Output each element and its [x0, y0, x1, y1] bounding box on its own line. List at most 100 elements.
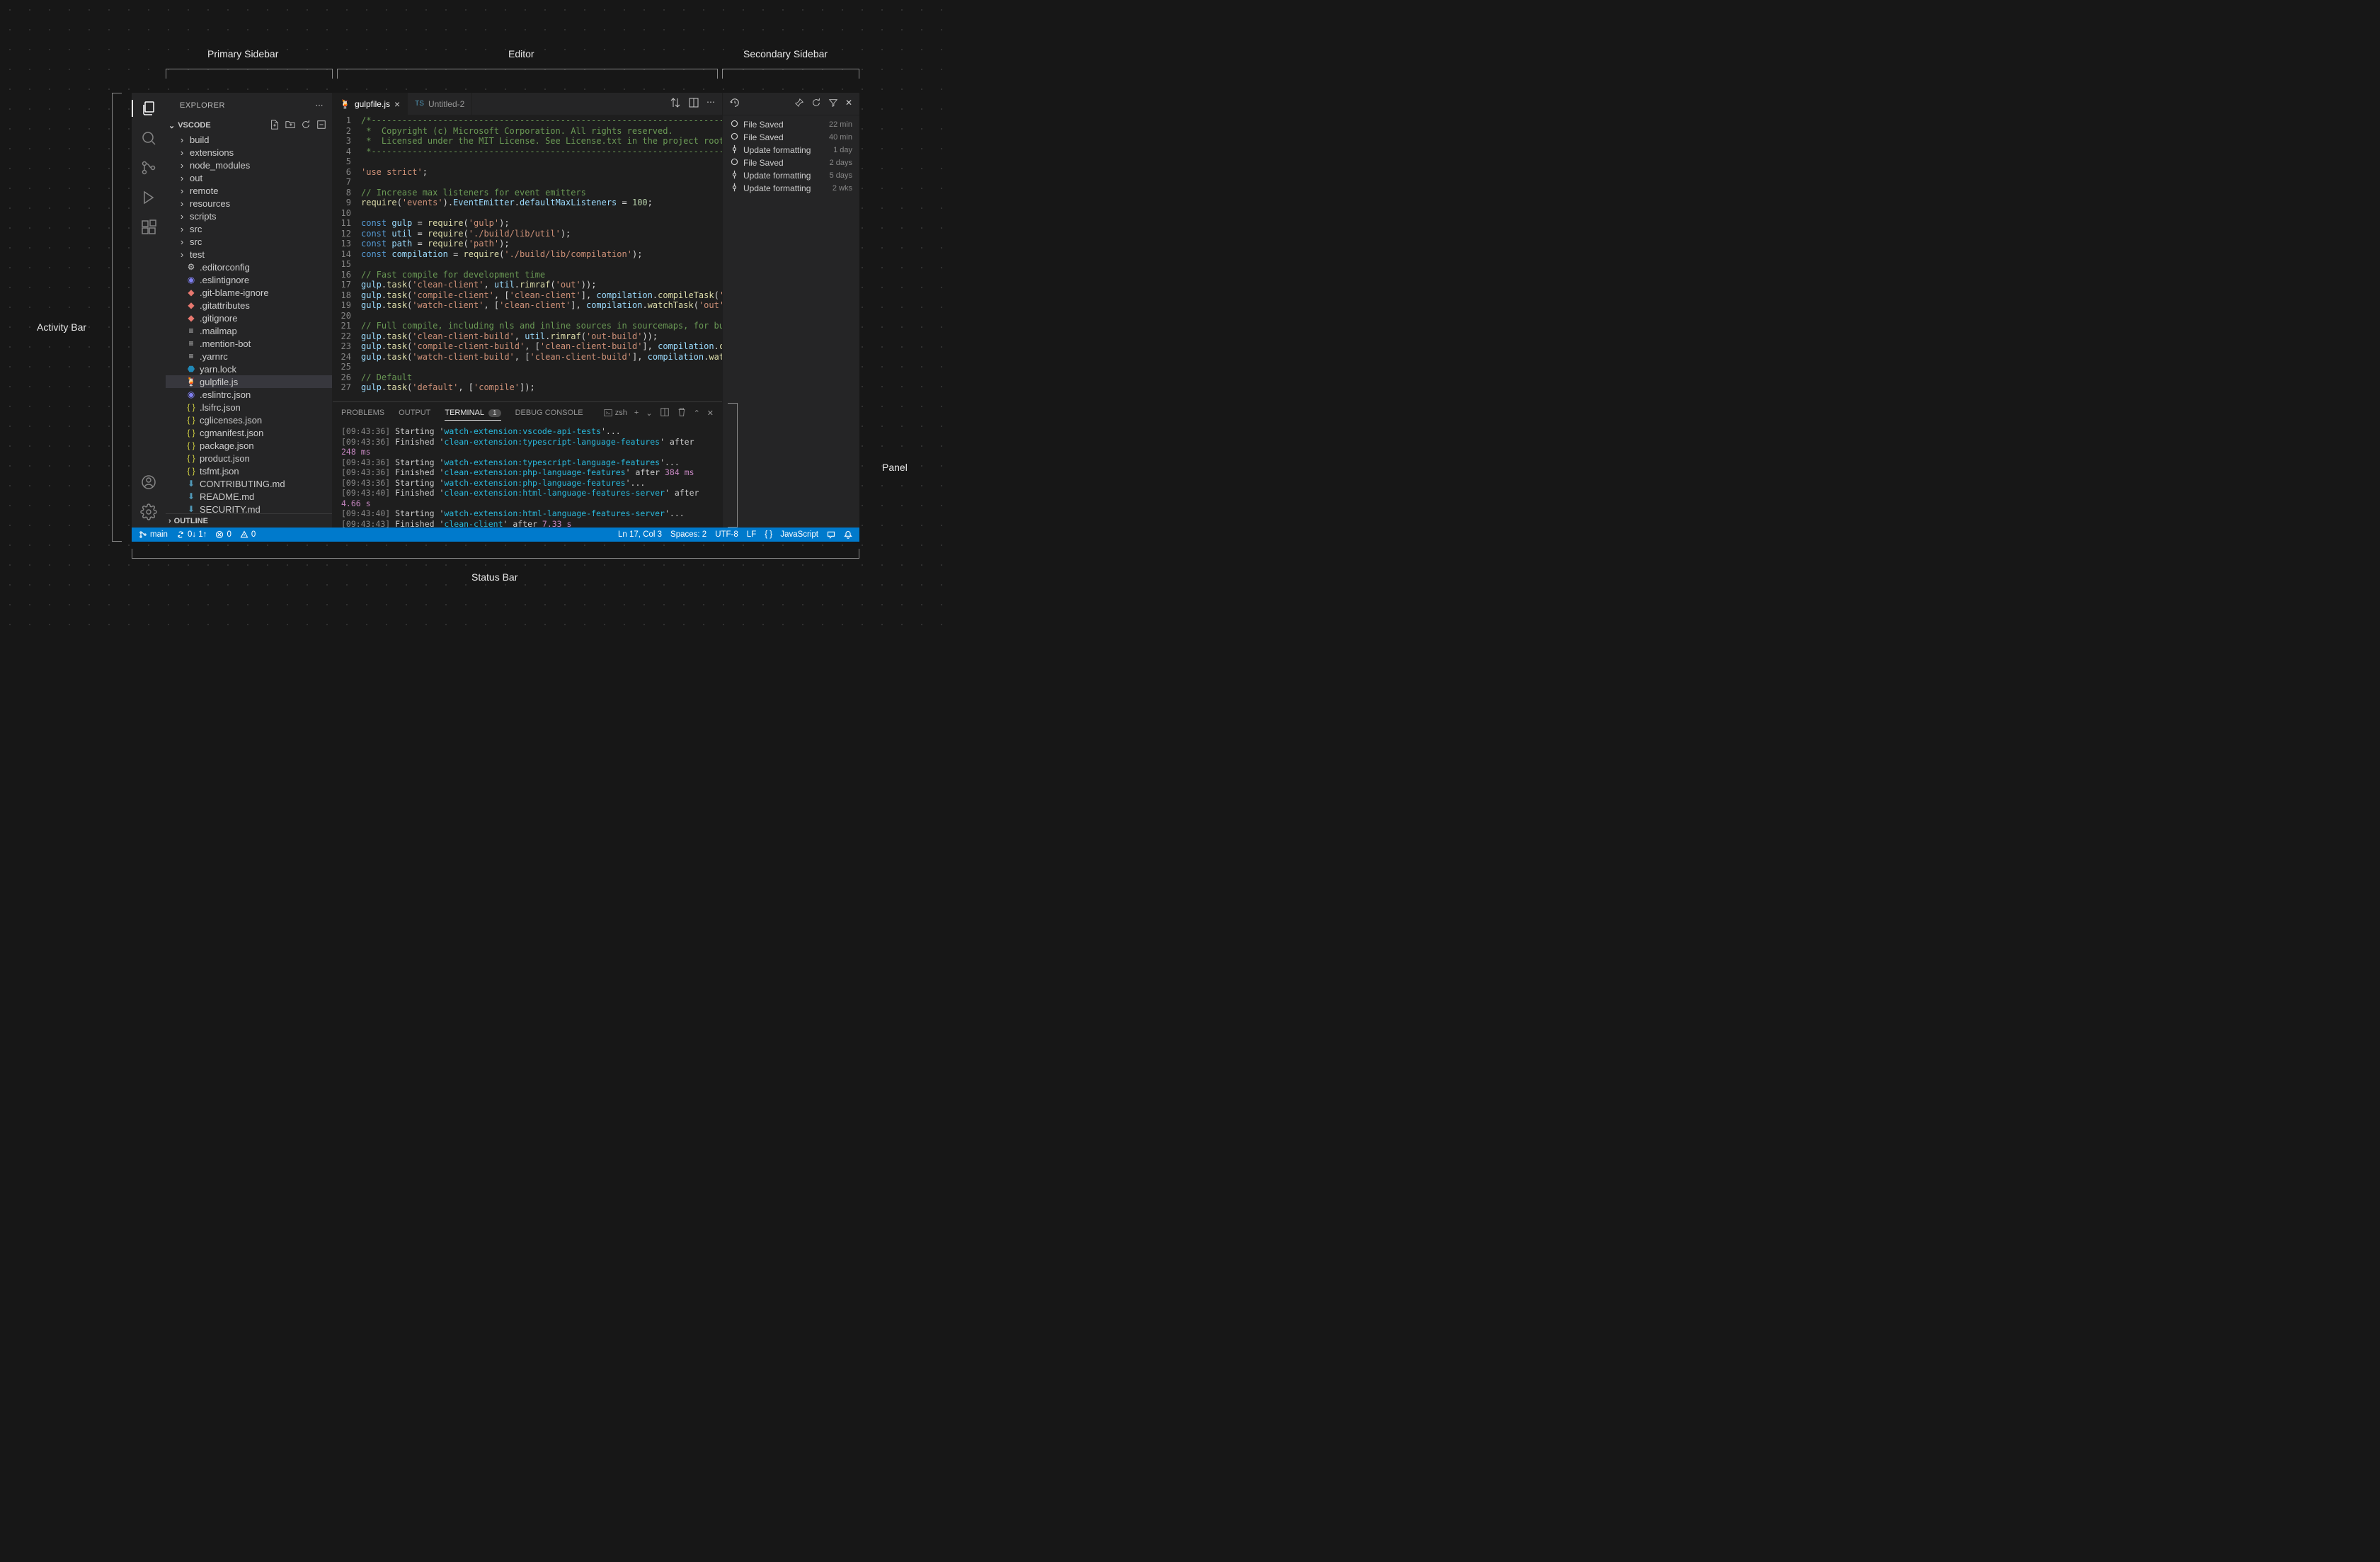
- editor-tab[interactable]: 🍹gulpfile.js×: [333, 93, 408, 115]
- split-editor-icon[interactable]: [688, 97, 699, 110]
- outline-label: OUTLINE: [174, 517, 208, 525]
- file-item[interactable]: ≡.yarnrc: [166, 350, 332, 363]
- gulp-icon: 🍹: [185, 376, 197, 387]
- status-spaces[interactable]: Spaces: 2: [670, 530, 706, 539]
- folder-item[interactable]: ›node_modules: [166, 159, 332, 171]
- timeline-item[interactable]: File Saved22 min: [723, 118, 859, 131]
- folder-item[interactable]: ›scripts: [166, 210, 332, 222]
- source-control-icon[interactable]: [140, 159, 157, 176]
- file-item[interactable]: ⬇SECURITY.md: [166, 503, 332, 513]
- file-item[interactable]: ⬣yarn.lock: [166, 363, 332, 375]
- status-errors[interactable]: 0: [215, 530, 231, 539]
- git-icon: ◆: [185, 312, 197, 324]
- compare-changes-icon[interactable]: [670, 97, 681, 110]
- notifications-icon[interactable]: [844, 530, 852, 539]
- run-debug-icon[interactable]: [140, 189, 157, 206]
- terminal-shell[interactable]: zsh: [604, 409, 627, 417]
- file-item[interactable]: { }product.json: [166, 452, 332, 464]
- timeline-item[interactable]: Update formatting5 days: [723, 169, 859, 182]
- panel-tab[interactable]: DEBUG CONSOLE: [515, 409, 583, 417]
- file-icon: ≡: [185, 325, 197, 336]
- file-item[interactable]: ◉.eslintrc.json: [166, 388, 332, 401]
- status-cursor[interactable]: Ln 17, Col 3: [618, 530, 662, 539]
- close-panel-icon[interactable]: ✕: [707, 409, 714, 418]
- terminal-output[interactable]: [09:43:36] Starting 'watch-extension:vsc…: [333, 423, 722, 528]
- terminal-dropdown-icon[interactable]: ⌄: [646, 409, 652, 418]
- chevron-down-icon: ⌄: [168, 121, 175, 130]
- folder-item[interactable]: ›remote: [166, 184, 332, 197]
- panel-tab[interactable]: TERMINAL 1: [445, 409, 500, 421]
- folder-item[interactable]: ›test: [166, 248, 332, 261]
- file-item[interactable]: ≡.mailmap: [166, 324, 332, 337]
- search-icon[interactable]: [140, 130, 157, 147]
- file-item[interactable]: 🍹gulpfile.js: [166, 375, 332, 388]
- file-item[interactable]: ≡.mention-bot: [166, 337, 332, 350]
- file-item[interactable]: ⬇CONTRIBUTING.md: [166, 477, 332, 490]
- feedback-icon[interactable]: [827, 530, 835, 539]
- annotation-editor: Editor: [508, 48, 534, 59]
- status-eol[interactable]: LF: [747, 530, 756, 539]
- outline-section[interactable]: › OUTLINE: [166, 513, 332, 528]
- file-item[interactable]: { }tsfmt.json: [166, 464, 332, 477]
- file-item[interactable]: { }.lsifrc.json: [166, 401, 332, 414]
- file-item[interactable]: ◆.gitattributes: [166, 299, 332, 312]
- file-item[interactable]: ◉.eslintignore: [166, 273, 332, 286]
- folder-item[interactable]: ›out: [166, 171, 332, 184]
- status-branch[interactable]: main: [139, 530, 168, 539]
- timeline-item[interactable]: File Saved40 min: [723, 131, 859, 144]
- editor-tab[interactable]: TSUntitled-2: [408, 93, 472, 115]
- file-item[interactable]: ⚙.editorconfig: [166, 261, 332, 273]
- eslint-icon: ◉: [185, 274, 197, 285]
- file-item[interactable]: { }package.json: [166, 439, 332, 452]
- filter-icon[interactable]: [828, 98, 838, 110]
- status-sync[interactable]: 0↓ 1↑: [176, 530, 207, 539]
- sidebar-more-icon[interactable]: ⋯: [316, 101, 324, 110]
- project-header[interactable]: ⌄ VSCODE: [166, 118, 332, 133]
- split-terminal-icon[interactable]: [660, 407, 670, 419]
- history-icon[interactable]: [730, 98, 740, 110]
- panel-tab[interactable]: PROBLEMS: [341, 409, 384, 417]
- file-item[interactable]: ⬇README.md: [166, 490, 332, 503]
- status-encoding[interactable]: UTF-8: [715, 530, 738, 539]
- accounts-icon[interactable]: [140, 474, 157, 491]
- folder-item[interactable]: ›src: [166, 235, 332, 248]
- chevron-right-icon: ›: [177, 135, 187, 145]
- more-actions-icon[interactable]: ⋯: [706, 97, 715, 110]
- folder-item[interactable]: ›build: [166, 133, 332, 146]
- panel-tab[interactable]: OUTPUT: [399, 409, 430, 417]
- new-file-icon[interactable]: [270, 120, 280, 132]
- markdown-icon: ⬇: [185, 503, 197, 513]
- timeline-item[interactable]: File Saved2 days: [723, 156, 859, 169]
- refresh-icon[interactable]: [301, 120, 311, 132]
- kill-terminal-icon[interactable]: [677, 407, 687, 419]
- file-item[interactable]: { }cglicenses.json: [166, 414, 332, 426]
- status-warnings[interactable]: 0: [240, 530, 256, 539]
- folder-item[interactable]: ›src: [166, 222, 332, 235]
- chevron-right-icon: ›: [168, 517, 171, 525]
- extensions-icon[interactable]: [140, 219, 157, 236]
- gulp-icon: 🍹: [340, 99, 350, 109]
- file-item[interactable]: ◆.git-blame-ignore: [166, 286, 332, 299]
- editor-tabs: 🍹gulpfile.js×TSUntitled-2 ⋯: [333, 93, 722, 115]
- folder-item[interactable]: ›resources: [166, 197, 332, 210]
- file-item[interactable]: { }cgmanifest.json: [166, 426, 332, 439]
- refresh-timeline-icon[interactable]: [811, 98, 821, 110]
- close-tab-icon[interactable]: ×: [394, 98, 400, 110]
- editor-content[interactable]: 1234567891011121314151617181920212223242…: [333, 115, 722, 401]
- close-secondary-icon[interactable]: ✕: [845, 98, 852, 110]
- status-language[interactable]: { } JavaScript: [765, 530, 818, 539]
- pin-icon[interactable]: [794, 98, 804, 110]
- file-item[interactable]: ◆.gitignore: [166, 312, 332, 324]
- new-folder-icon[interactable]: [285, 120, 295, 132]
- maximize-panel-icon[interactable]: ⌃: [694, 409, 700, 418]
- explorer-icon[interactable]: [140, 100, 157, 117]
- folder-item[interactable]: ›extensions: [166, 146, 332, 159]
- ts-icon: TS: [415, 100, 424, 108]
- collapse-icon[interactable]: [316, 120, 326, 132]
- timeline-item[interactable]: Update formatting2 wks: [723, 182, 859, 195]
- vscode-window: EXPLORER ⋯ ⌄ VSCODE ›build›extensions›no…: [132, 93, 859, 542]
- commit-icon: [730, 170, 739, 181]
- settings-gear-icon[interactable]: [140, 503, 157, 520]
- new-terminal-icon[interactable]: +: [634, 409, 639, 417]
- timeline-item[interactable]: Update formatting1 day: [723, 144, 859, 156]
